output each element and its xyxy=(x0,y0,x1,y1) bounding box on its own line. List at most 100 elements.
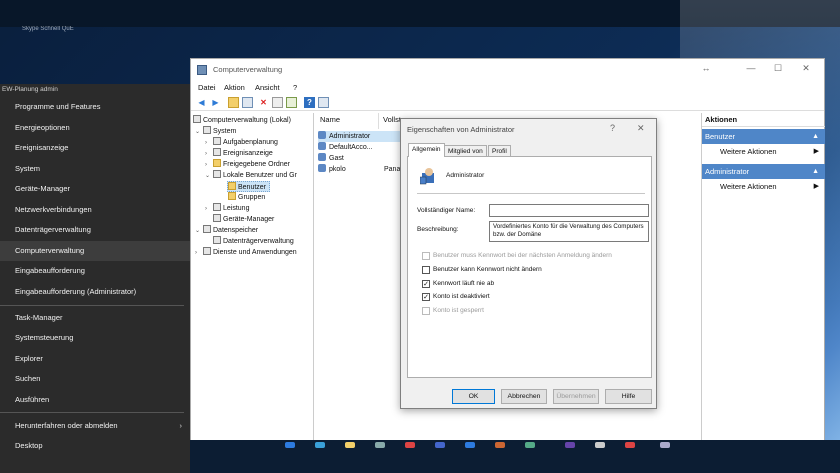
app-icon[interactable] xyxy=(435,442,445,448)
forward-arrow-icon[interactable]: ▶ xyxy=(210,97,221,108)
app-icon[interactable] xyxy=(625,442,635,448)
maximize-button[interactable]: ☐ xyxy=(763,63,793,74)
tree-node-storage[interactable]: ⌄ Datenspeicher xyxy=(195,225,258,236)
app-icon[interactable] xyxy=(525,442,535,448)
table-row[interactable]: Gast xyxy=(318,153,344,164)
column-header-fullname[interactable]: Vollst xyxy=(383,115,401,124)
winx-item-system[interactable]: System xyxy=(0,159,190,179)
winx-item-cmd-admin[interactable]: Eingabeaufforderung (Administrator) xyxy=(0,282,190,302)
action-section-administrator[interactable]: Administrator ▲ xyxy=(702,164,825,179)
app-icon[interactable] xyxy=(495,442,505,448)
view-icon[interactable] xyxy=(318,97,329,108)
help-icon[interactable]: ? xyxy=(304,97,315,108)
checkbox-password-never-expires[interactable]: ✓ xyxy=(422,280,430,288)
actions-pane: Aktionen Benutzer ▲ Weitere Aktionen ▶ Adm… xyxy=(701,113,825,448)
action-more-users[interactable]: Weitere Aktionen ▶ xyxy=(702,145,825,159)
tree-node-root[interactable]: Computerverwaltung (Lokal) xyxy=(193,115,291,126)
export-icon[interactable] xyxy=(286,97,297,108)
winx-separator xyxy=(0,412,184,413)
checkbox-password-never-expires-label: Kennwort läuft nie ab xyxy=(433,280,495,287)
folder-icon[interactable] xyxy=(345,442,355,448)
taskbar xyxy=(190,440,840,473)
app-icon[interactable] xyxy=(465,442,475,448)
app-icon[interactable] xyxy=(565,442,575,448)
app-icon[interactable] xyxy=(405,442,415,448)
winx-item-cmd[interactable]: Eingabeaufforderung xyxy=(0,261,190,281)
computer-management-icon xyxy=(197,65,207,75)
tree-node-groups[interactable]: Gruppen xyxy=(228,192,265,203)
tree-node-system[interactable]: ⌄ System xyxy=(195,126,236,137)
tree-node-taskscheduler[interactable]: › Aufgabenplanung xyxy=(205,137,278,148)
dialog-close-button[interactable]: ✕ xyxy=(637,123,645,134)
refresh-icon[interactable] xyxy=(272,97,283,108)
table-row[interactable]: DefaultAcco... xyxy=(318,142,373,153)
winx-item-diskmgmt[interactable]: Datenträgerverwaltung xyxy=(0,220,190,240)
users-icon xyxy=(213,170,221,178)
computer-icon xyxy=(193,115,201,123)
tree-node-eventviewer[interactable]: › Ereignisanzeige xyxy=(205,148,273,159)
winx-item-programs[interactable]: Programme und Features xyxy=(0,97,190,117)
winx-item-computermgmt[interactable]: Computerverwaltung xyxy=(0,241,190,261)
submenu-arrow-icon: ▶ xyxy=(813,183,819,190)
collapse-icon: ▲ xyxy=(812,133,819,140)
winx-item-shutdown[interactable]: Herunterfahren oder abmelden › xyxy=(0,416,190,436)
resize-icon[interactable]: ↔ xyxy=(691,63,721,73)
checkbox-cannot-change-password[interactable] xyxy=(422,266,430,274)
app-icon[interactable] xyxy=(285,442,295,448)
column-header-name[interactable]: Name xyxy=(320,115,340,124)
checkbox-must-change-password xyxy=(422,252,430,260)
tree-node-performance[interactable]: › Leistung xyxy=(205,203,249,214)
actions-header: Aktionen xyxy=(702,113,825,127)
menu-aktion[interactable]: Aktion xyxy=(224,83,245,92)
app-icon[interactable] xyxy=(595,442,605,448)
winx-item-run[interactable]: Ausführen xyxy=(0,390,190,410)
winx-item-desktop[interactable]: Desktop xyxy=(0,436,190,456)
apply-button[interactable]: Übernehmen xyxy=(553,389,599,404)
menu-help[interactable]: ? xyxy=(293,83,297,92)
menu-ansicht[interactable]: Ansicht xyxy=(255,83,280,92)
cancel-button[interactable]: Abbrechen xyxy=(501,389,547,404)
winx-item-eventviewer[interactable]: Ereignisanzeige xyxy=(0,138,190,158)
dialog-help-button[interactable]: ? xyxy=(610,123,615,133)
back-arrow-icon[interactable]: ◀ xyxy=(196,97,207,108)
checkbox-account-locked xyxy=(422,307,430,315)
tree-node-diskmgmt[interactable]: Datenträgerverwaltung xyxy=(213,236,294,247)
folder-up-icon[interactable] xyxy=(228,97,239,108)
app-icon[interactable] xyxy=(315,442,325,448)
winx-item-explorer[interactable]: Explorer xyxy=(0,349,190,369)
winx-item-shutdown-label: Herunterfahren oder abmelden xyxy=(15,421,118,430)
winx-item-search[interactable]: Suchen xyxy=(0,369,190,389)
ok-button[interactable]: OK xyxy=(452,389,495,404)
tree-node-users[interactable]: Benutzer xyxy=(227,181,271,192)
checkbox-account-disabled-label: Konto ist deaktiviert xyxy=(433,293,490,300)
action-more-administrator[interactable]: Weitere Aktionen ▶ xyxy=(702,180,825,194)
winx-item-controlpanel[interactable]: Systemsteuerung xyxy=(0,328,190,348)
help-button[interactable]: Hilfe xyxy=(605,389,652,404)
tree-node-sharedfolders[interactable]: › Freigegebene Ordner xyxy=(205,159,290,170)
column-divider[interactable] xyxy=(378,113,379,129)
winx-item-network[interactable]: Netzwerkverbindungen xyxy=(0,200,190,220)
app-icon[interactable] xyxy=(660,442,670,448)
description-field[interactable]: Vordefiniertes Konto für die Verwaltung … xyxy=(489,221,649,242)
delete-icon[interactable]: ✕ xyxy=(258,97,269,108)
action-section-users[interactable]: Benutzer ▲ xyxy=(702,129,825,144)
winx-item-devicemanager[interactable]: Geräte-Manager xyxy=(0,179,190,199)
close-button[interactable]: ✕ xyxy=(791,63,821,74)
winx-item-power[interactable]: Energieoptionen xyxy=(0,118,190,138)
tab-general[interactable]: Allgemein xyxy=(408,143,445,157)
minimize-button[interactable]: — xyxy=(736,63,766,73)
full-name-field[interactable] xyxy=(489,204,649,217)
properties-icon[interactable] xyxy=(242,97,253,108)
winx-item-taskmanager[interactable]: Task-Manager xyxy=(0,308,190,328)
winx-separator xyxy=(0,305,184,306)
tree-node-services[interactable]: › Dienste und Anwendungen xyxy=(195,247,297,258)
storage-icon xyxy=(203,225,211,233)
table-row[interactable]: pkolo xyxy=(318,164,346,175)
tree-node-devicemanager[interactable]: Geräte-Manager xyxy=(213,214,274,225)
tree-node-localusers[interactable]: ⌄ Lokale Benutzer und Gr xyxy=(205,170,297,181)
table-row[interactable]: Administrator xyxy=(318,131,400,142)
menu-datei[interactable]: Datei xyxy=(198,83,216,92)
app-icon[interactable] xyxy=(375,442,385,448)
checkbox-account-disabled[interactable]: ✓ xyxy=(422,293,430,301)
dialog-title: Eigenschaften von Administrator xyxy=(407,125,515,134)
